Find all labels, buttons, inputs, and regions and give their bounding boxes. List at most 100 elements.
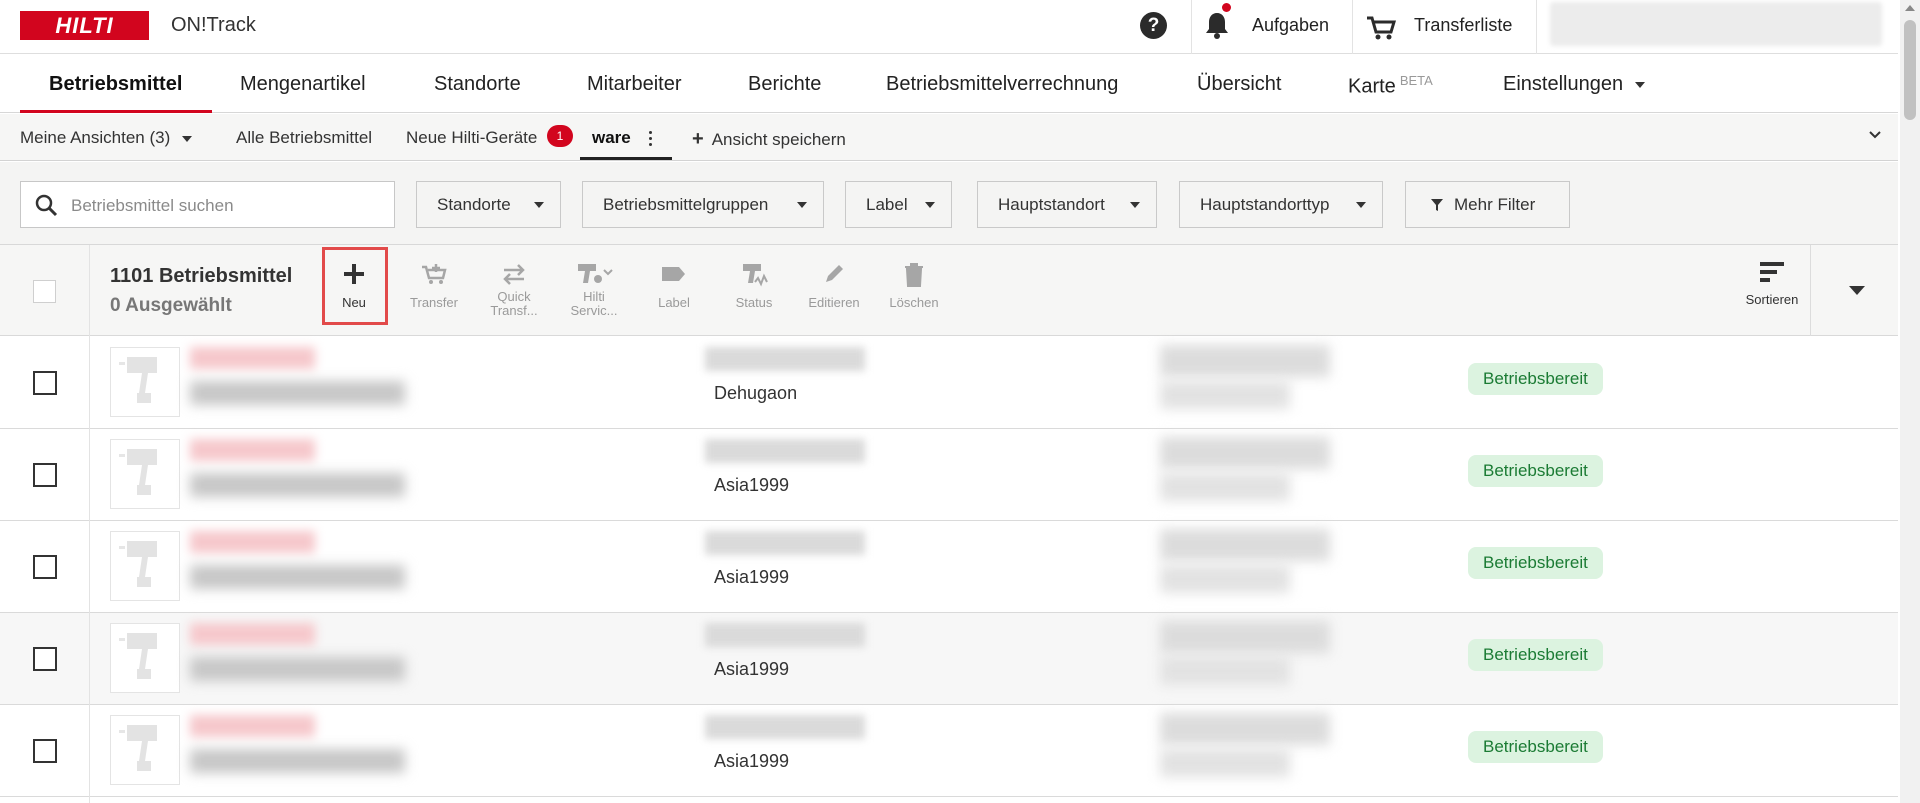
new-hilti-badge: 1 bbox=[547, 125, 573, 147]
transfer-button[interactable]: Transfer bbox=[399, 262, 469, 309]
tab-mengenartikel[interactable]: Mengenartikel bbox=[240, 73, 366, 96]
filter-betriebsmittelgruppen[interactable]: Betriebsmittelgruppen bbox=[582, 181, 824, 228]
user-menu[interactable] bbox=[1550, 2, 1882, 46]
owner-redacted bbox=[1160, 713, 1330, 745]
checkbox-column-divider bbox=[89, 245, 90, 803]
hilti-service-label: Hilti Servic... bbox=[570, 290, 618, 318]
sort-icon bbox=[1760, 262, 1784, 282]
active-view-indicator bbox=[580, 157, 672, 160]
chevron-down-icon[interactable] bbox=[1849, 286, 1865, 295]
transfer-cart-icon[interactable] bbox=[1365, 12, 1397, 40]
swap-arrows-icon bbox=[503, 264, 525, 285]
filter-label: Standorte bbox=[437, 194, 511, 214]
asset-details-redacted bbox=[190, 473, 405, 497]
row-checkbox[interactable] bbox=[33, 463, 57, 487]
tag-icon bbox=[662, 267, 685, 281]
tab-karte[interactable]: Karte BETA bbox=[1348, 73, 1433, 99]
tab-berichte[interactable]: Berichte bbox=[748, 73, 821, 96]
table-row[interactable]: Asia1999 Betriebsbereit bbox=[0, 613, 1898, 705]
asset-name-redacted bbox=[190, 623, 315, 645]
search-input[interactable]: Betriebsmittel suchen bbox=[20, 181, 395, 228]
tab-betriebsmittelverrechnung[interactable]: Betriebsmittelverrechnung bbox=[886, 73, 1118, 96]
search-icon bbox=[35, 194, 58, 217]
chevron-down-icon bbox=[1635, 81, 1646, 88]
more-filters-button[interactable]: Mehr Filter bbox=[1405, 181, 1570, 228]
asset-name-redacted bbox=[190, 715, 315, 737]
tab-einstellungen[interactable]: Einstellungen bbox=[1503, 73, 1646, 96]
row-checkbox[interactable] bbox=[33, 739, 57, 763]
trash-icon bbox=[905, 263, 923, 287]
chevron-down-icon[interactable] bbox=[1868, 128, 1882, 142]
my-views-dropdown[interactable]: Meine Ansichten (3) bbox=[20, 128, 193, 148]
status-badge: Betriebsbereit bbox=[1468, 547, 1603, 579]
status-button[interactable]: Status bbox=[719, 262, 789, 309]
status-badge: Betriebsbereit bbox=[1468, 455, 1603, 487]
view-new-hilti[interactable]: Neue Hilti-Geräte bbox=[406, 128, 537, 148]
filter-hauptstandorttyp[interactable]: Hauptstandorttyp bbox=[1179, 181, 1383, 228]
asset-thumbnail bbox=[110, 439, 180, 509]
sort-button[interactable]: Sortieren bbox=[1737, 260, 1807, 307]
edit-button[interactable]: Editieren bbox=[799, 262, 869, 309]
view-all-assets[interactable]: Alle Betriebsmittel bbox=[236, 128, 372, 148]
my-views-count: (3) bbox=[149, 128, 171, 147]
drill-icon bbox=[119, 633, 157, 679]
transfer-cart-icon bbox=[422, 264, 447, 284]
scrollbar-thumb[interactable] bbox=[1904, 20, 1916, 120]
row-checkbox[interactable] bbox=[33, 555, 57, 579]
owner-redacted bbox=[1160, 345, 1330, 377]
quick-transfer-button[interactable]: Quick Transf... bbox=[479, 262, 549, 318]
search-placeholder: Betriebsmittel suchen bbox=[71, 196, 234, 215]
location-path-redacted bbox=[705, 347, 865, 371]
notification-dot bbox=[1222, 3, 1231, 12]
quick-transfer-label: Quick Transf... bbox=[490, 290, 538, 318]
help-icon[interactable]: ? bbox=[1140, 12, 1167, 39]
table-row[interactable]: Dehugaon Betriebsbereit bbox=[0, 337, 1898, 429]
asset-details-redacted bbox=[190, 381, 405, 405]
table-row[interactable]: Asia1999 Betriebsbereit bbox=[0, 429, 1898, 521]
chevron-down-icon bbox=[1130, 202, 1140, 208]
row-checkbox[interactable] bbox=[33, 647, 57, 671]
view-ware[interactable]: ware bbox=[592, 128, 631, 148]
divider bbox=[1191, 0, 1192, 54]
chevron-down-icon bbox=[534, 202, 544, 208]
tab-uebersicht[interactable]: Übersicht bbox=[1197, 73, 1281, 96]
asset-thumbnail bbox=[110, 531, 180, 601]
delete-button[interactable]: Löschen bbox=[879, 262, 949, 309]
tab-betriebsmittel[interactable]: Betriebsmittel bbox=[49, 73, 182, 96]
hilti-logo[interactable]: HILTI bbox=[20, 11, 149, 40]
tab-standorte[interactable]: Standorte bbox=[434, 73, 521, 96]
scrollbar[interactable] bbox=[1900, 0, 1920, 803]
plus-icon: + bbox=[692, 128, 704, 150]
status-label: Status bbox=[735, 295, 773, 310]
hilti-service-button[interactable]: Hilti Servic... bbox=[559, 260, 629, 318]
save-view-button[interactable]: + Ansicht speichern bbox=[692, 128, 846, 151]
bell-icon[interactable] bbox=[1204, 10, 1230, 40]
table-row[interactable]: Asia1999 Betriebsbereit bbox=[0, 705, 1898, 797]
filter-hauptstandort[interactable]: Hauptstandort bbox=[977, 181, 1157, 228]
transfer-list-link[interactable]: Transferliste bbox=[1414, 15, 1512, 36]
tab-mitarbeiter[interactable]: Mitarbeiter bbox=[587, 73, 681, 96]
owner-detail-redacted bbox=[1160, 565, 1290, 593]
drill-icon bbox=[119, 725, 157, 771]
scroll-up-arrow[interactable] bbox=[1905, 5, 1915, 11]
location-name: Asia1999 bbox=[714, 659, 790, 679]
location-path-redacted bbox=[705, 439, 865, 463]
more-vertical-icon[interactable] bbox=[649, 131, 653, 147]
label-button[interactable]: Label bbox=[639, 262, 709, 309]
tasks-link[interactable]: Aufgaben bbox=[1252, 15, 1329, 36]
asset-details-redacted bbox=[190, 749, 405, 773]
table-row[interactable]: Asia1999 Betriebsbereit bbox=[0, 521, 1898, 613]
more-filters-label: Mehr Filter bbox=[1454, 194, 1536, 214]
highlight-box bbox=[322, 247, 388, 325]
owner-detail-redacted bbox=[1160, 657, 1290, 685]
status-badge: Betriebsbereit bbox=[1468, 363, 1603, 395]
chevron-down-icon bbox=[182, 135, 193, 142]
my-views-label: Meine Ansichten bbox=[20, 128, 145, 147]
filter-standorte[interactable]: Standorte bbox=[416, 181, 561, 228]
edit-label: Editieren bbox=[808, 295, 860, 310]
row-checkbox[interactable] bbox=[33, 371, 57, 395]
transfer-label: Transfer bbox=[410, 295, 458, 310]
filter-label-dropdown[interactable]: Label bbox=[845, 181, 952, 228]
select-all-checkbox[interactable] bbox=[33, 280, 56, 303]
filter-icon bbox=[1431, 198, 1443, 211]
